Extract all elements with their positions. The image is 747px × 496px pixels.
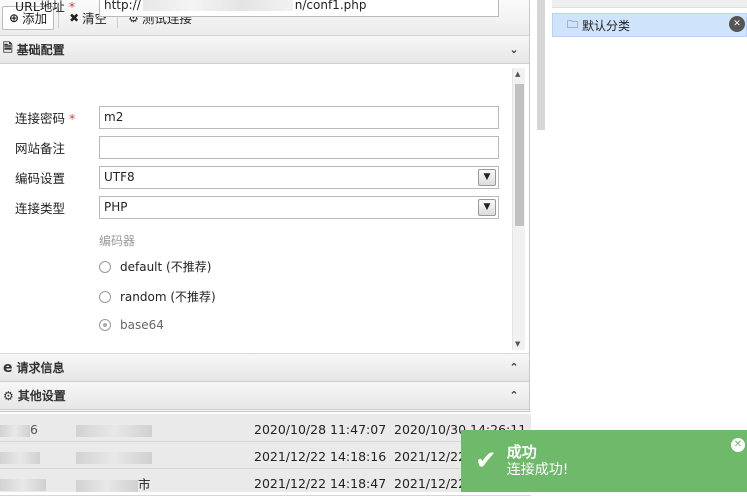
encoding-select[interactable]: UTF8 ▼ xyxy=(99,165,499,189)
close-icon[interactable]: ✕ xyxy=(729,16,745,32)
basic-config-form: URL地址 * http://n/conf1.php 连接密码 * m2 网站备注 … xyxy=(0,0,529,354)
toast-message: 连接成功! xyxy=(506,462,569,478)
section-basic-header[interactable]: 🗎 基础配置 ⌄ xyxy=(0,36,529,64)
url-input[interactable]: http://n/conf1.php xyxy=(99,0,499,17)
section-basic-title: 基础配置 xyxy=(16,43,65,57)
password-label: 连接密码 * xyxy=(15,110,76,126)
form-scrollbar[interactable]: ▲ ▼ xyxy=(512,68,525,350)
encoding-label: 编码设置 xyxy=(15,170,66,186)
shell-list-table: 6 2020/10/28 11:47:07 2020/10/30 14:26:1… xyxy=(0,414,531,496)
tree-item-default-category[interactable]: 🗀 默认分类 xyxy=(552,13,747,37)
ie-icon: e xyxy=(3,359,13,376)
radio-button[interactable] xyxy=(99,260,111,273)
encoding-row: 编码设置 UTF8 ▼ xyxy=(0,165,529,189)
type-row: 连接类型 PHP ▼ xyxy=(0,195,529,219)
chevron-down-icon: ⌄ xyxy=(509,43,519,56)
section-request-header[interactable]: e 请求信息 ⌃ xyxy=(0,354,529,382)
connection-type-select[interactable]: PHP ▼ xyxy=(99,195,499,219)
table-cell: 2021/12/22 14:18:47 xyxy=(254,476,387,491)
close-icon[interactable]: ✕ xyxy=(731,438,745,452)
url-label: URL地址 * xyxy=(15,0,76,14)
table-cell: 2021/12/22 14:18:16 xyxy=(254,449,387,464)
table-cell xyxy=(76,449,156,464)
table-cell: 6 xyxy=(0,422,80,437)
dialog-scrollbar[interactable] xyxy=(537,0,545,130)
scroll-up-arrow-icon[interactable]: ▲ xyxy=(515,70,520,78)
note-label: 网站备注 xyxy=(15,140,66,156)
section-other-title: 其他设置 xyxy=(17,389,66,403)
chevron-up-icon: ⌃ xyxy=(509,361,519,374)
encoder-radio-base64[interactable]: base64 xyxy=(99,318,164,332)
folder-icon: 🗀 xyxy=(567,17,578,31)
gears-icon: ⚙ xyxy=(3,388,14,403)
chevron-up-icon: ⌃ xyxy=(509,389,519,402)
table-cell xyxy=(0,476,80,491)
scrollbar-thumb[interactable] xyxy=(515,84,524,226)
chevron-down-icon: ▼ xyxy=(478,168,496,186)
document-icon: 🗎 xyxy=(3,41,13,55)
note-input[interactable] xyxy=(99,135,499,159)
type-label: 连接类型 xyxy=(15,200,66,216)
note-row: 网站备注 xyxy=(0,135,529,159)
category-panel xyxy=(531,0,747,492)
table-row[interactable]: 6 2020/10/28 11:47:07 2020/10/30 14:26:1… xyxy=(0,418,531,442)
check-icon: ✔ xyxy=(475,446,497,476)
scroll-down-arrow-icon[interactable]: ▼ xyxy=(515,340,520,348)
toast-title: 成功 xyxy=(506,443,537,461)
table-row[interactable]: 2021/12/22 14:18:16 2021/12/22 14:18:16 xyxy=(0,445,531,469)
redacted-host xyxy=(142,0,293,11)
chevron-down-icon: ▼ xyxy=(478,198,496,216)
radio-button-checked[interactable] xyxy=(99,319,111,331)
password-input[interactable]: m2 xyxy=(99,105,499,129)
encoder-radio-random[interactable]: random (不推荐) xyxy=(99,288,216,305)
url-row: URL地址 * http://n/conf1.php xyxy=(0,0,529,17)
table-cell: 2020/10/28 11:47:07 xyxy=(254,422,387,437)
toast-text: 成功 连接成功! xyxy=(507,443,569,479)
table-cell xyxy=(0,449,80,464)
encoder-radio-default[interactable]: default (不推荐) xyxy=(99,258,211,275)
section-other-header[interactable]: ⚙ 其他设置 ⌃ xyxy=(0,382,529,410)
radio-button[interactable] xyxy=(99,290,111,303)
success-toast: ✔ 成功 连接成功! ✕ xyxy=(461,430,747,492)
category-toolbar xyxy=(552,0,747,8)
section-request-title: 请求信息 xyxy=(16,361,65,375)
tree-item-label: 默认分类 xyxy=(582,18,631,33)
encoder-group-label: 编码器 xyxy=(99,234,136,248)
table-cell xyxy=(76,422,156,437)
password-row: 连接密码 * m2 xyxy=(0,105,529,129)
table-row[interactable]: 市 2021/12/22 14:18:47 2021/12/22 14:18:4… xyxy=(0,472,531,496)
shell-config-dialog: ⊕ 添加 ✖ 清空 ⚙ 测试连接 🗎 基础配置 ⌄ URL地址 * http://… xyxy=(0,0,530,412)
table-cell: 市 xyxy=(76,474,156,493)
